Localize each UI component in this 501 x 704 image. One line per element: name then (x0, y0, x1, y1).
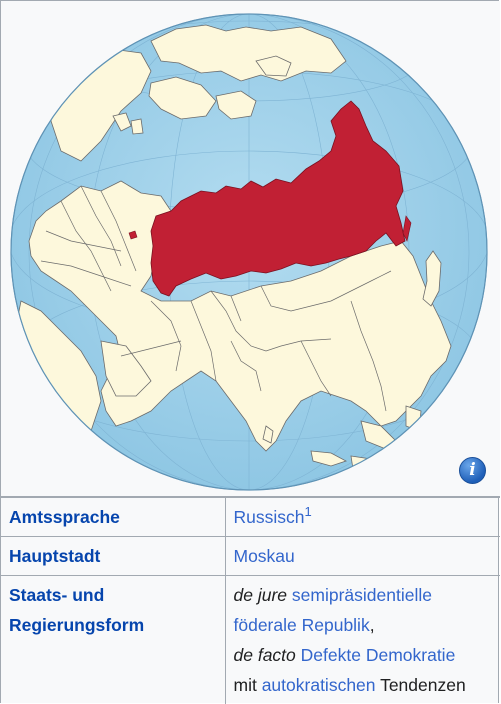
infobox-table: Amtssprache Russisch1 Hauptstadt Moskau … (1, 497, 500, 704)
row-hauptstadt: Hauptstadt Moskau (1, 537, 500, 576)
de-jure-text: de jure (234, 585, 288, 605)
tendenzen-text: Tendenzen (380, 675, 466, 695)
regierungsform-label-line2: Regierungsform (9, 615, 144, 635)
amtssprache-label: Amtssprache (1, 498, 225, 537)
hauptstadt-value: Moskau (225, 537, 500, 576)
row-amtssprache: Amtssprache Russisch1 (1, 498, 500, 537)
regierungsform-label: Staats- und Regierungsform (1, 576, 225, 704)
info-icon[interactable]: i (459, 457, 486, 484)
hauptstadt-label: Hauptstadt (1, 537, 225, 576)
location-map[interactable]: i (1, 1, 500, 497)
amtssprache-value: Russisch1 (225, 498, 500, 537)
footnote-1-link[interactable]: 1 (305, 504, 312, 519)
infobox: i Amtssprache Russisch1 Hauptstadt Moska… (0, 0, 499, 703)
globe-map[interactable] (1, 1, 500, 496)
de-facto-text: de facto (234, 645, 296, 665)
defekte-demokratie-link[interactable]: Defekte Demokratie (301, 645, 456, 665)
regierungsform-value: de jure semipräsidentielle föderale Repu… (225, 576, 500, 704)
regierungsform-label-line1: Staats- und (9, 585, 104, 605)
autokratischen-link[interactable]: autokratischen (262, 675, 376, 695)
moskau-link[interactable]: Moskau (234, 546, 295, 566)
russisch-link[interactable]: Russisch (234, 507, 305, 527)
row-regierungsform: Staats- und Regierungsform de jure semip… (1, 576, 500, 704)
comma-text: , (370, 615, 375, 635)
mit-text: mit (234, 675, 257, 695)
